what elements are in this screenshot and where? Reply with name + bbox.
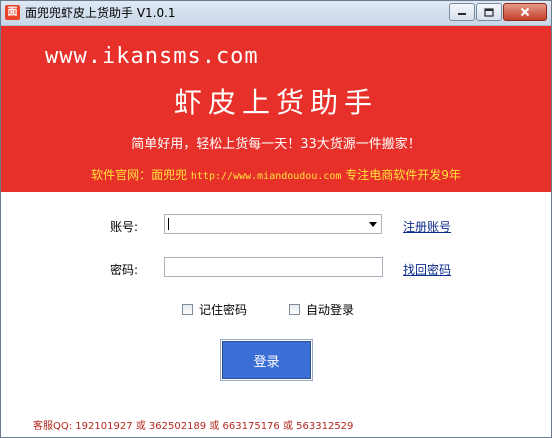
remember-password-label: 记住密码 — [199, 303, 248, 317]
password-label: 密码: — [110, 263, 139, 277]
banner-site: www.ikansms.com — [45, 44, 259, 69]
banner-footer-suffix: 专注电商软件开发9年 — [345, 168, 461, 182]
password-field[interactable] — [164, 257, 383, 277]
auto-login-label: 自动登录 — [306, 303, 355, 317]
remember-password-checkbox[interactable] — [182, 304, 193, 315]
text-caret — [168, 218, 169, 230]
account-combobox[interactable] — [164, 214, 382, 234]
minimize-icon — [458, 13, 466, 15]
remember-password-option[interactable]: 记住密码 — [182, 301, 247, 318]
app-window: 面 面兜兜虾皮上货助手 V1.0.1 www.ikansms.com 虾皮上货助… — [0, 0, 552, 438]
auto-login-checkbox[interactable] — [289, 304, 300, 315]
app-logo-icon: 面 — [5, 5, 20, 20]
customer-service-qq: 客服QQ: 192101927 或 362502189 或 663175176 … — [33, 421, 354, 432]
account-label: 账号: — [110, 220, 139, 234]
window-controls — [448, 3, 547, 22]
recover-password-link[interactable]: 找回密码 — [403, 261, 451, 278]
chevron-down-icon[interactable] — [369, 222, 377, 227]
banner-slogan: 简单好用，轻松上货每一天！33大货源一件搬家！ — [131, 137, 421, 152]
banner-footer-prefix: 软件官网：面兜兜 — [91, 168, 188, 182]
auto-login-option[interactable]: 自动登录 — [289, 301, 354, 318]
close-button[interactable] — [503, 3, 547, 21]
register-account-link[interactable]: 注册账号 — [403, 218, 451, 235]
login-button[interactable]: 登录 — [220, 339, 313, 381]
title-bar[interactable]: 面 面兜兜虾皮上货助手 V1.0.1 — [1, 1, 551, 26]
minimize-button[interactable] — [449, 3, 475, 21]
close-icon — [520, 7, 530, 17]
banner-title: 虾皮上货助手 — [173, 86, 378, 119]
banner-footer-url: http://www.miandoudou.com — [190, 171, 342, 182]
header-banner: www.ikansms.com 虾皮上货助手 简单好用，轻松上货每一天！33大货… — [1, 26, 551, 192]
window-title: 面兜兜虾皮上货助手 V1.0.1 — [25, 6, 176, 20]
maximize-icon — [484, 7, 494, 17]
banner-official-site-line: 软件官网：面兜兜 http://www.miandoudou.com 专注电商软… — [1, 166, 551, 183]
maximize-button[interactable] — [476, 3, 502, 21]
